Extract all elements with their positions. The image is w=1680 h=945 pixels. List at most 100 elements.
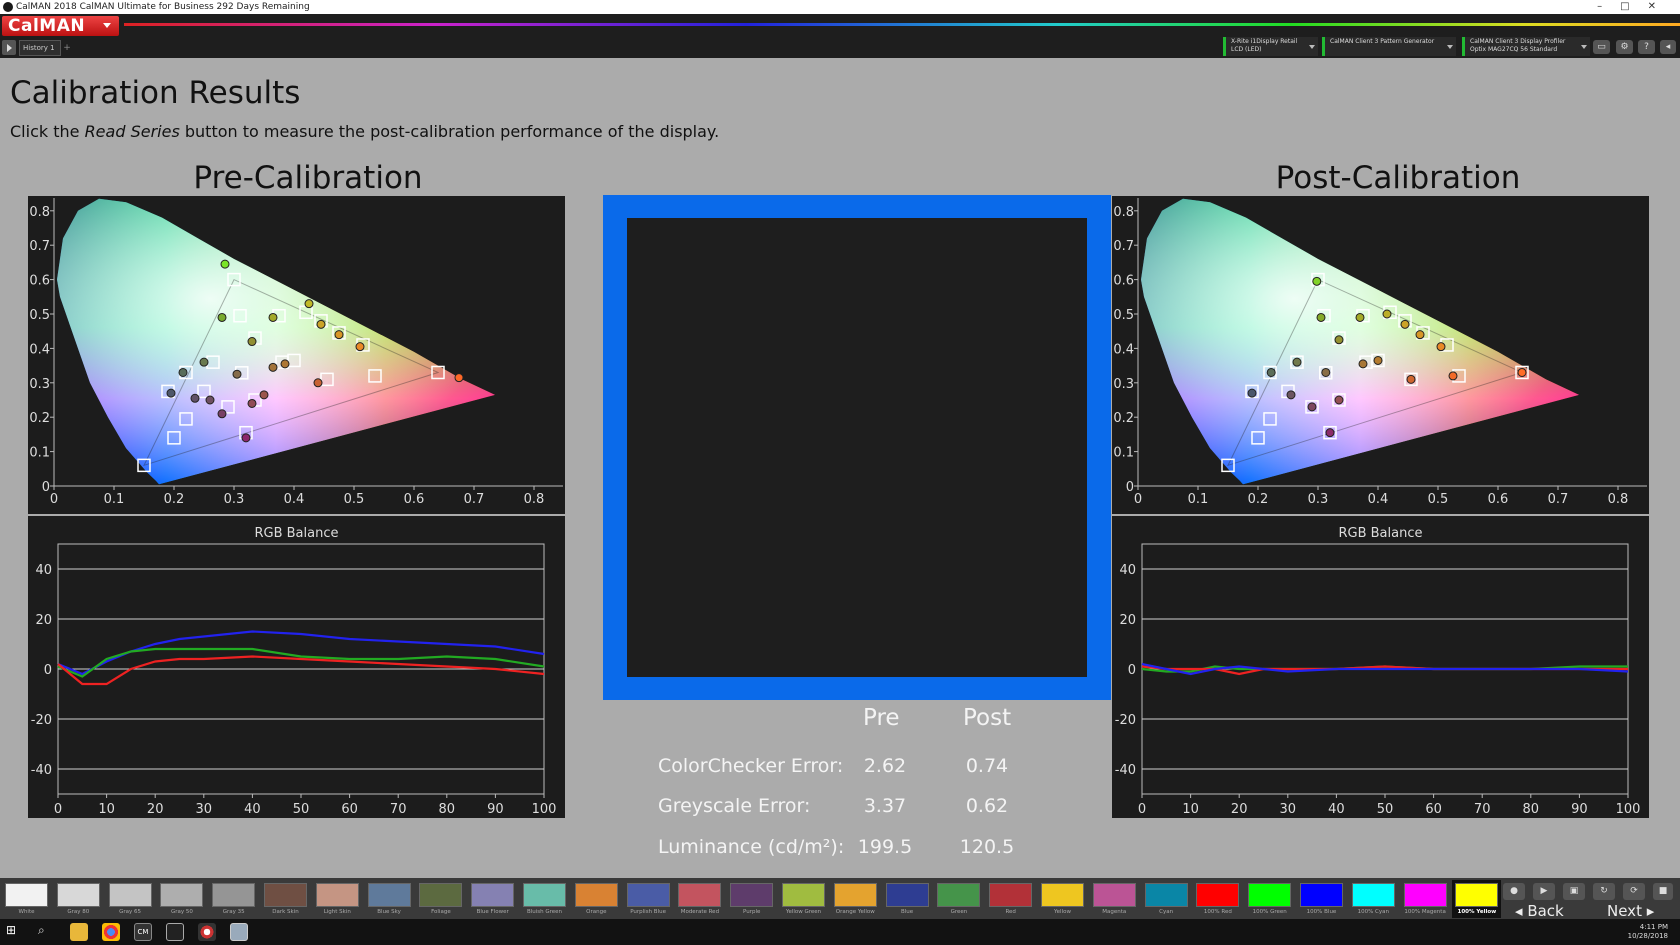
- swatch-button[interactable]: 100% Red: [1193, 880, 1242, 918]
- swatch-button[interactable]: Gray 80: [54, 880, 103, 918]
- app-icon[interactable]: [198, 923, 216, 941]
- device-display-selector[interactable]: CalMAN Client 3 Display Profiler Optix M…: [1462, 37, 1590, 56]
- swatch-label: Cyan: [1159, 909, 1174, 915]
- x-tick-label: 30: [1280, 802, 1297, 817]
- chrome-icon[interactable]: [102, 923, 120, 941]
- monitor-icon[interactable]: ▭: [1593, 40, 1610, 54]
- swatch-button[interactable]: Blue Sky: [365, 880, 414, 918]
- post-rgb-balance-chart: RGB Balance -40 -20 0 20 40 0 10 20 30 40 50 60 70 80…: [1112, 516, 1649, 818]
- x-tick-label: 0.8: [1608, 492, 1629, 507]
- y-tick-label: 0.1: [29, 446, 50, 461]
- rainbow-bar: [124, 23, 1680, 26]
- swatch-button[interactable]: Gray 65: [106, 880, 155, 918]
- file-explorer-icon[interactable]: [70, 923, 88, 941]
- swatch-button[interactable]: 100% Blue: [1297, 880, 1346, 918]
- swatch-button[interactable]: Bluish Green: [520, 880, 569, 918]
- y-tick-label: 20: [1119, 613, 1136, 628]
- swatch-button[interactable]: 100% Green: [1245, 880, 1294, 918]
- x-tick-label: 0.4: [284, 492, 305, 507]
- result-pre-value: 2.62: [863, 755, 907, 777]
- swatch-button[interactable]: Cyan: [1142, 880, 1191, 918]
- x-tick-label: 50: [1377, 802, 1394, 817]
- swatch-chip: [678, 883, 722, 907]
- measured-point: [1321, 367, 1331, 377]
- windows-start-icon[interactable]: ⊞: [6, 923, 24, 941]
- swatch-button[interactable]: Yellow: [1038, 880, 1087, 918]
- x-tick-label: 20: [1231, 802, 1248, 817]
- back-button[interactable]: ◂ Back: [1515, 902, 1564, 920]
- swatch-button[interactable]: Foliage: [416, 880, 465, 918]
- lock-icon[interactable]: ▣: [1563, 883, 1585, 900]
- measured-point: [1382, 309, 1392, 319]
- swatch-button[interactable]: Green: [934, 880, 983, 918]
- measured-point: [259, 390, 269, 400]
- stop-icon[interactable]: ■: [1653, 883, 1673, 900]
- y-tick-label: 0.4: [29, 342, 50, 357]
- pre-rgb-balance-svg: -40 -20 0 20 40 0 10 20 30 40 50 60 70 80 90 100: [31, 543, 556, 817]
- y-tick-label: -20: [31, 713, 52, 728]
- result-post-value: 120.5: [959, 836, 1015, 858]
- swatch-chip: [108, 883, 152, 907]
- swatch-button[interactable]: 100% Yellow: [1452, 880, 1502, 918]
- y-tick-label: 20: [35, 613, 52, 628]
- swatch-button[interactable]: Gray 35: [209, 880, 258, 918]
- swatch-chip: [1300, 883, 1343, 907]
- swatch-label: Light Skin: [323, 909, 351, 915]
- swatch-button[interactable]: 100% Cyan: [1349, 880, 1398, 918]
- swatch-button[interactable]: Gray 50: [157, 880, 206, 918]
- help-icon[interactable]: ?: [1638, 40, 1655, 54]
- loop-icon[interactable]: ↻: [1593, 883, 1615, 900]
- swatch-button[interactable]: Blue Flower: [468, 880, 517, 918]
- measured-point: [334, 330, 344, 340]
- swatch-button[interactable]: Orange: [572, 880, 621, 918]
- swatch-button[interactable]: Moderate Red: [675, 880, 724, 918]
- add-history-icon[interactable]: +: [62, 43, 72, 53]
- result-label: ColorChecker Error:: [658, 755, 844, 777]
- history-expand-button[interactable]: [2, 40, 16, 55]
- calman-taskbar-icon[interactable]: CM: [134, 923, 152, 941]
- swatch-button[interactable]: Blue: [883, 880, 932, 918]
- play-icon[interactable]: ▶: [1533, 883, 1555, 900]
- window-controls[interactable]: –□✕: [1597, 0, 1674, 14]
- device-meter-selector[interactable]: X-Rite i1Display Retail LCD (LED): [1223, 37, 1318, 56]
- x-tick-label: 0.2: [164, 492, 185, 507]
- result-post-value: 0.74: [965, 755, 1009, 777]
- read-series-icon[interactable]: ⟳: [1623, 883, 1645, 900]
- swatch-button[interactable]: Purple: [727, 880, 776, 918]
- next-button[interactable]: Next ▸: [1607, 902, 1654, 920]
- terminal-icon[interactable]: [166, 923, 184, 941]
- page-subtitle: Click the Read Series button to measure …: [10, 122, 719, 141]
- device-meter-mode: LCD (LED): [1231, 46, 1262, 53]
- pre-cie-svg: 0 0.1 0.2 0.3 0.4 0.5 0.6 0.7 0.8 0 0.1 0.2 0.3 0.4 0.…: [29, 198, 563, 507]
- swatch-button[interactable]: Dark Skin: [261, 880, 310, 918]
- record-icon[interactable]: ●: [1503, 883, 1525, 900]
- settings-icon[interactable]: ⚙: [1616, 40, 1633, 54]
- swatch-button[interactable]: White: [2, 880, 51, 918]
- window-title: CalMAN 2018 CalMAN Ultimate for Business…: [16, 2, 310, 12]
- history-tab[interactable]: History 1: [19, 40, 61, 56]
- x-tick-label: 0.4: [1368, 492, 1389, 507]
- swatch-button[interactable]: Red: [986, 880, 1035, 918]
- calman-logo-button[interactable]: CalMAN: [2, 16, 119, 36]
- chevron-down-icon: [103, 23, 111, 28]
- swatch-button[interactable]: Light Skin: [313, 880, 362, 918]
- results-col-post: Post: [963, 705, 1012, 731]
- post-cie-svg: 0 0.1 0.2 0.3 0.4 0.5 0.6 0.7 0.8 0 0.1 0.2 0.3 0.4 0.…: [1113, 198, 1647, 507]
- pattern-preview-frame: [603, 195, 1111, 700]
- next-label: Next: [1607, 902, 1642, 920]
- search-icon[interactable]: ⌕: [38, 923, 56, 941]
- swatch-button[interactable]: Purplish Blue: [624, 880, 673, 918]
- swatch-button[interactable]: 100% Magenta: [1401, 880, 1450, 918]
- swatch-chip: [1041, 883, 1084, 907]
- window-icon[interactable]: [230, 923, 248, 941]
- measured-point: [241, 433, 251, 443]
- swatch-button[interactable]: Magenta: [1090, 880, 1139, 918]
- x-tick-label: 80: [1523, 802, 1540, 817]
- measured-point: [316, 319, 326, 329]
- swatch-button[interactable]: Yellow Green: [779, 880, 828, 918]
- y-tick-label: 0.1: [1113, 446, 1134, 461]
- collapse-icon[interactable]: ◂: [1660, 40, 1676, 54]
- device-pattern-selector[interactable]: CalMAN Client 3 Pattern Generator: [1322, 37, 1456, 56]
- swatch-label: 100% Magenta: [1404, 909, 1446, 915]
- swatch-button[interactable]: Orange Yellow: [831, 880, 880, 918]
